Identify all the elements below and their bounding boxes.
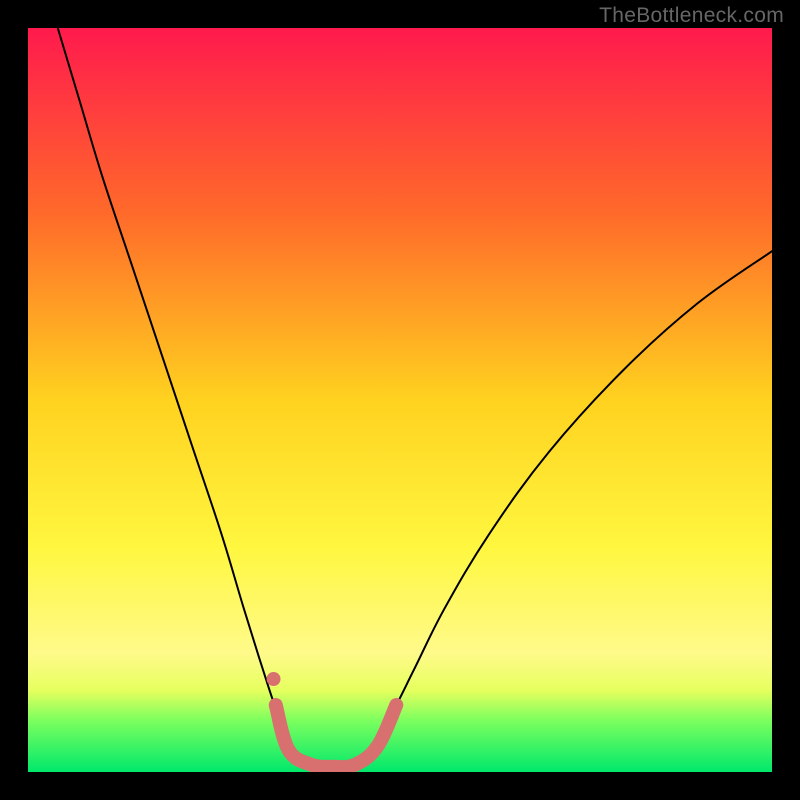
chart-background <box>28 28 772 772</box>
chart-frame: TheBottleneck.com <box>0 0 800 800</box>
highlight-dot <box>267 672 281 686</box>
plot-area <box>28 28 772 772</box>
watermark-text: TheBottleneck.com <box>599 4 784 28</box>
chart-canvas <box>28 28 772 772</box>
markers-layer <box>267 672 281 686</box>
